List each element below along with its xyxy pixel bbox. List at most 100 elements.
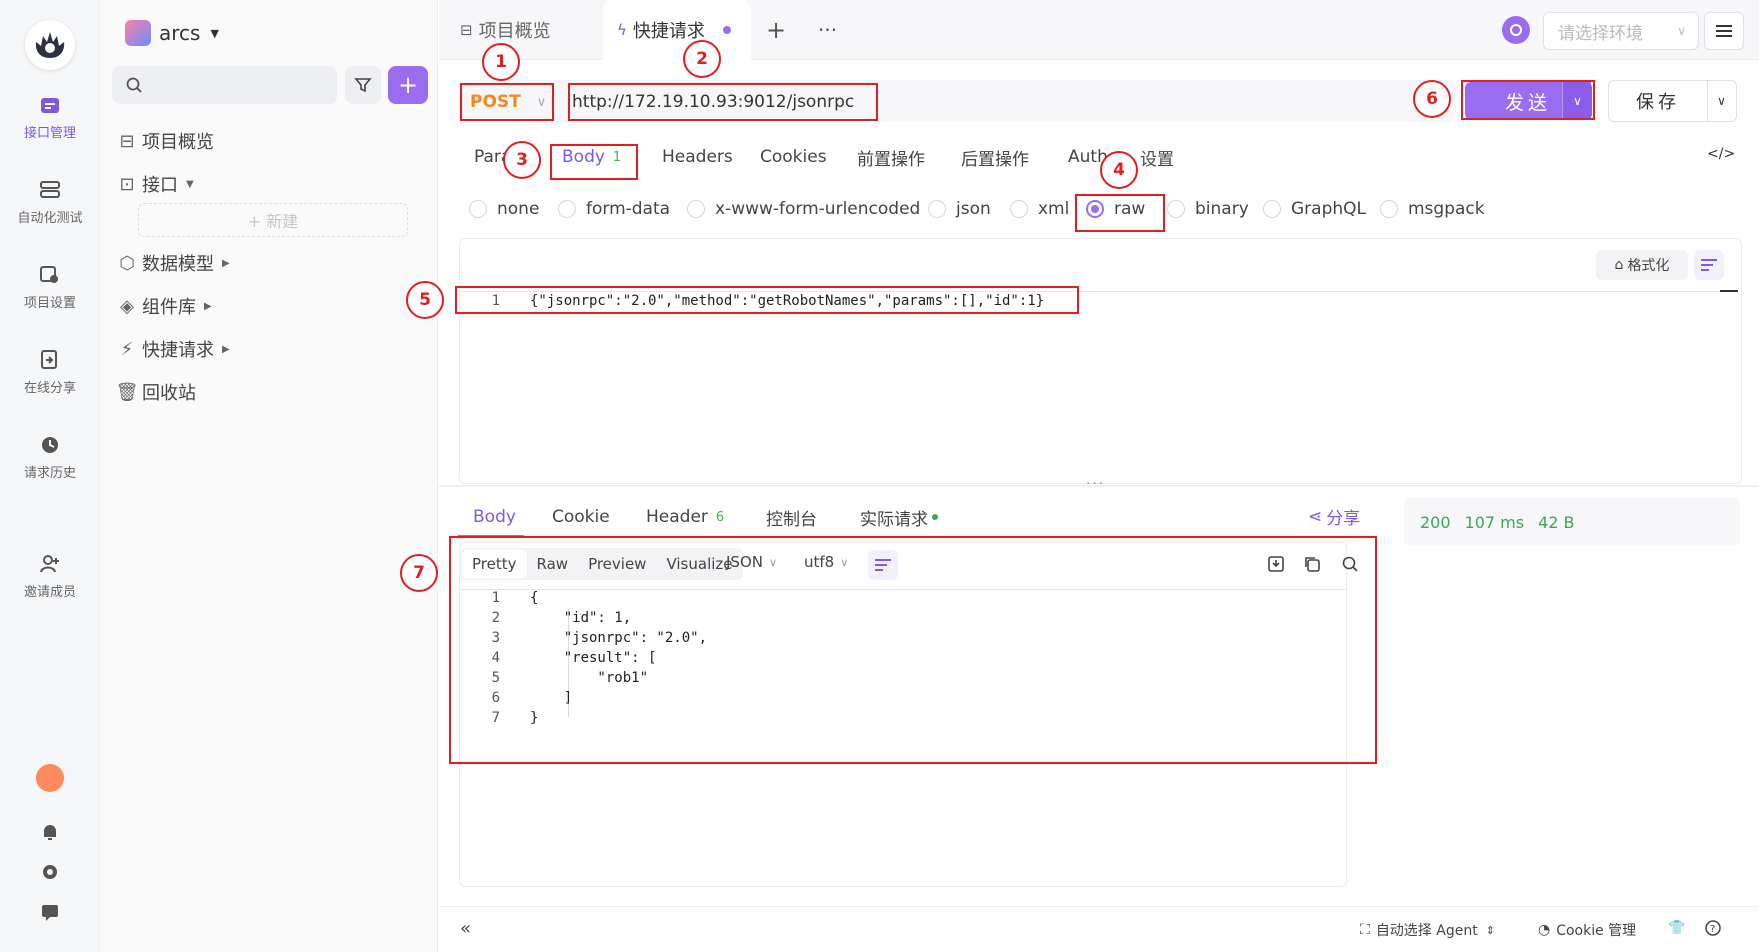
body-type-label: xml	[1038, 199, 1070, 219]
res-tab-console[interactable]: 控制台	[766, 502, 817, 532]
code-icon[interactable]: </>	[1707, 146, 1735, 162]
resize-handle-icon[interactable]: ···	[1086, 476, 1105, 492]
tab-label: 后置操作	[961, 149, 1029, 170]
add-button[interactable]: +	[388, 66, 428, 104]
collapse-icon[interactable]: «	[460, 918, 471, 939]
tree-label: 项目概览	[142, 132, 214, 153]
annotation-box-raw	[1075, 194, 1165, 232]
tree-item-quick-request[interactable]: ⚡ 快捷请求 ▶	[118, 336, 230, 362]
new-button[interactable]: + 新建	[138, 203, 408, 237]
rail-item-automation[interactable]: 自动化测试	[0, 179, 100, 226]
tab-badge: 6	[715, 509, 725, 525]
project-name: arcs	[159, 21, 201, 45]
body-type-xml[interactable]: xml	[1010, 199, 1069, 219]
share-button[interactable]: ⋖ 分享	[1308, 504, 1360, 530]
res-tab-cookie[interactable]: Cookie	[552, 502, 610, 532]
data-model-icon: ⬡	[119, 252, 135, 274]
rail-item-api[interactable]: 接口管理	[0, 94, 100, 141]
tab-overview[interactable]: ⊟ 项目概览	[460, 0, 595, 60]
more-icon[interactable]: ···	[818, 18, 837, 42]
tree-item-trash[interactable]: 🗑 回收站	[116, 379, 196, 405]
rail-label: 项目设置	[23, 296, 76, 311]
tab-label: Headers	[662, 147, 733, 167]
sidebar-search-input[interactable]	[112, 66, 337, 104]
filter-button[interactable]	[345, 66, 381, 104]
cookie-manager-button[interactable]: ◔ Cookie 管理	[1538, 920, 1636, 940]
bell-icon[interactable]	[40, 822, 60, 846]
body-type-label: GraphQL	[1291, 199, 1366, 219]
tree-item-api[interactable]: ⊡ 接口 ▼	[118, 171, 194, 197]
tab-label: 前置操作	[857, 149, 925, 170]
gear-icon[interactable]	[40, 862, 60, 886]
radio-icon	[558, 200, 576, 218]
annotation-4: 4	[1100, 151, 1138, 189]
tab-label: 设置	[1140, 149, 1174, 170]
save-dropdown-button[interactable]: ∨	[1707, 80, 1737, 122]
hamburger-icon	[1716, 25, 1732, 37]
feedback-icon[interactable]	[40, 902, 60, 926]
request-body-editor[interactable]	[459, 238, 1742, 484]
new-tab-plus-icon[interactable]: +	[766, 16, 786, 44]
history-icon	[39, 434, 61, 456]
overview-icon: ⊟	[460, 21, 473, 39]
tab-quick-request[interactable]: ϟ 快捷请求	[603, 0, 751, 60]
body-type-none[interactable]: none	[469, 199, 539, 219]
api-icon	[39, 94, 61, 116]
req-tab-post[interactable]: 后置操作	[961, 142, 1029, 172]
fire-icon[interactable]	[36, 764, 64, 792]
tree-label: 组件库	[142, 297, 196, 318]
rail-label: 接口管理	[23, 126, 76, 141]
rail-item-share[interactable]: 在线分享	[0, 349, 100, 396]
shirt-icon[interactable]: 👕	[1668, 920, 1685, 936]
rail-item-invite[interactable]: 邀请成员	[0, 553, 100, 600]
project-switcher[interactable]: arcs ▼	[125, 20, 219, 46]
wrap-button[interactable]	[1694, 250, 1724, 280]
req-tab-cookies[interactable]: Cookies	[760, 142, 827, 172]
tree-item-overview[interactable]: ⊟ 项目概览	[118, 128, 214, 154]
agent-select[interactable]: ⛶ 自动选择 Agent ⇕	[1360, 920, 1495, 940]
env-icon[interactable]	[1502, 16, 1530, 44]
save-button[interactable]: 保存	[1608, 80, 1708, 122]
env-select[interactable]: 请选择环境 ∨	[1543, 12, 1699, 50]
res-tab-header[interactable]: Header 6	[646, 502, 724, 532]
req-tab-headers[interactable]: Headers	[662, 142, 733, 172]
tab-label: Header	[646, 507, 708, 527]
body-type-msgpack[interactable]: msgpack	[1380, 199, 1485, 219]
body-type-json[interactable]: json	[928, 199, 991, 219]
caret-right-icon: ▶	[222, 257, 230, 269]
body-type-urlencoded[interactable]: x-www-form-urlencoded	[687, 199, 920, 219]
app-logo[interactable]	[25, 20, 75, 70]
rail-item-project-settings[interactable]: 项目设置	[0, 264, 100, 311]
api-folder-icon: ⊡	[119, 173, 135, 195]
req-tab-settings[interactable]: 设置	[1140, 142, 1174, 172]
res-tab-body[interactable]: Body	[473, 502, 516, 532]
lightning-icon: ϟ	[617, 21, 627, 39]
format-icon: ⌂	[1614, 257, 1624, 273]
req-tab-pre[interactable]: 前置操作	[857, 142, 925, 172]
body-type-graphql[interactable]: GraphQL	[1263, 199, 1366, 219]
chevron-updown-icon: ⇕	[1485, 923, 1495, 937]
annotation-box-body	[455, 286, 1079, 314]
annotation-box-send	[1461, 80, 1595, 120]
annotation-6: 6	[1413, 80, 1451, 118]
annotation-7: 7	[400, 554, 438, 592]
res-tab-actual-request[interactable]: 实际请求	[860, 502, 938, 532]
help-icon[interactable]: ?	[1705, 920, 1721, 936]
body-type-form-data[interactable]: form-data	[558, 199, 670, 219]
caret-down-icon: ▼	[186, 178, 194, 190]
menu-button[interactable]	[1704, 12, 1744, 50]
wrap-icon	[1701, 259, 1717, 271]
body-type-binary[interactable]: binary	[1167, 199, 1249, 219]
tree-label: 数据模型	[142, 254, 214, 275]
response-time: 107 ms	[1464, 512, 1525, 532]
caret-down-icon: ▼	[210, 26, 219, 40]
share-doc-icon	[39, 349, 61, 371]
rail-item-history[interactable]: 请求历史	[0, 434, 100, 481]
format-button[interactable]: ⌂ 格式化	[1596, 250, 1688, 280]
tree-item-components[interactable]: ◈ 组件库 ▶	[118, 293, 212, 319]
radio-icon	[469, 200, 487, 218]
tree-item-data-model[interactable]: ⬡ 数据模型 ▶	[118, 250, 230, 276]
caret-right-icon: ▶	[222, 343, 230, 355]
tab-label: 实际请求	[860, 509, 928, 530]
svg-text:?: ?	[1710, 924, 1715, 935]
